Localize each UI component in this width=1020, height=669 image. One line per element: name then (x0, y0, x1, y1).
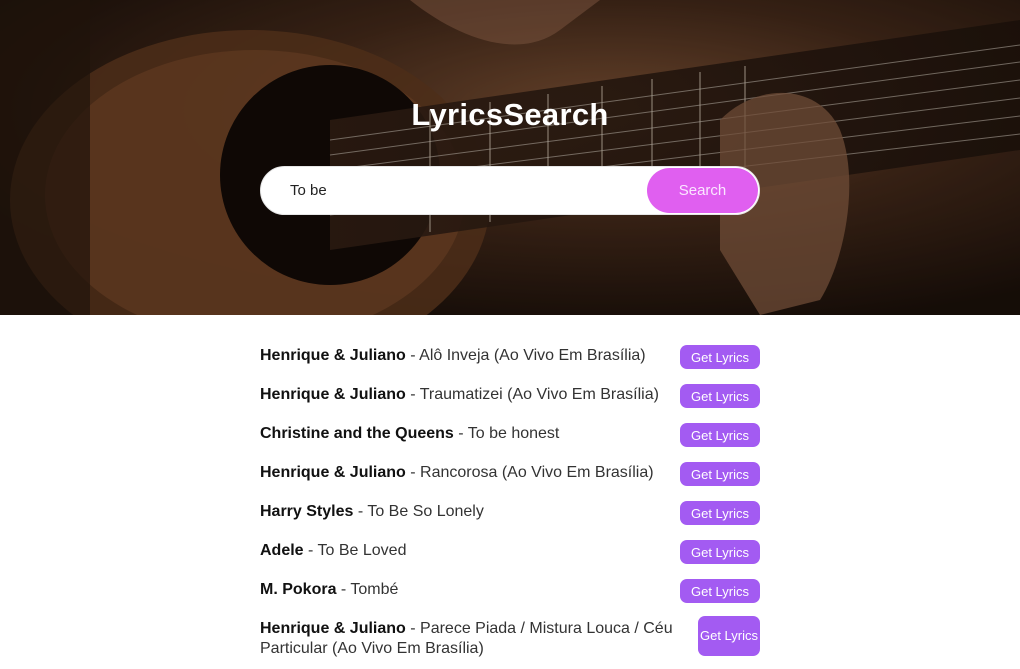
artist-name: Adele (260, 542, 304, 559)
page-title: LyricsSearch (411, 97, 609, 132)
get-lyrics-button[interactable]: Get Lyrics (680, 501, 760, 525)
result-row: Henrique & Juliano - Rancorosa (Ao Vivo … (260, 457, 760, 486)
result-row: Harry Styles - To Be So Lonely Get Lyric… (260, 496, 760, 525)
result-row: Henrique & Juliano - Alô Inveja (Ao Vivo… (260, 340, 760, 369)
get-lyrics-button[interactable]: Get Lyrics (680, 423, 760, 447)
song-info: Adele - To Be Loved (260, 535, 406, 561)
separator: - (405, 464, 421, 481)
artist-name: Henrique & Juliano (260, 386, 406, 403)
artist-name: Henrique & Juliano (260, 464, 406, 481)
song-info: Henrique & Juliano - Parece Piada / Mist… (260, 613, 680, 659)
artist-name: Henrique & Juliano (260, 347, 406, 364)
hero-banner: LyricsSearch Search (0, 0, 1020, 315)
artist-name: M. Pokora (260, 581, 337, 598)
result-row: M. Pokora - Tombé Get Lyrics (260, 574, 760, 603)
separator: - (453, 425, 468, 442)
search-button[interactable]: Search (647, 168, 758, 213)
get-lyrics-button[interactable]: Get Lyrics (698, 616, 760, 656)
separator: - (303, 542, 318, 559)
separator: - (405, 620, 421, 637)
song-title: To be honest (467, 425, 560, 442)
song-info: Henrique & Juliano - Rancorosa (Ao Vivo … (260, 457, 654, 483)
song-info: Harry Styles - To Be So Lonely (260, 496, 484, 522)
result-row: Adele - To Be Loved Get Lyrics (260, 535, 760, 564)
artist-name: Harry Styles (260, 503, 354, 520)
get-lyrics-button[interactable]: Get Lyrics (680, 462, 760, 486)
song-title: Traumatizei (Ao Vivo Em Brasília) (419, 386, 659, 403)
song-title: Alô Inveja (Ao Vivo Em Brasília) (419, 347, 646, 364)
song-title: Rancorosa (Ao Vivo Em Brasília) (420, 464, 654, 481)
artist-name: Christine and the Queens (260, 425, 454, 442)
song-info: Henrique & Juliano - Alô Inveja (Ao Vivo… (260, 340, 646, 366)
separator: - (405, 386, 420, 403)
separator: - (405, 347, 420, 364)
get-lyrics-button[interactable]: Get Lyrics (680, 540, 760, 564)
get-lyrics-button[interactable]: Get Lyrics (680, 579, 760, 603)
search-form: Search (260, 166, 760, 215)
search-input[interactable] (262, 168, 647, 213)
get-lyrics-button[interactable]: Get Lyrics (680, 384, 760, 408)
song-info: M. Pokora - Tombé (260, 574, 398, 600)
result-row: Christine and the Queens - To be honest … (260, 418, 760, 447)
song-info: Christine and the Queens - To be honest (260, 418, 559, 444)
artist-name: Henrique & Juliano (260, 620, 406, 637)
separator: - (353, 503, 368, 520)
result-row: Henrique & Juliano - Parece Piada / Mist… (260, 613, 760, 659)
hero-content: LyricsSearch Search (0, 0, 1020, 315)
result-row: Henrique & Juliano - Traumatizei (Ao Viv… (260, 379, 760, 408)
separator: - (336, 581, 351, 598)
song-title: To Be So Lonely (367, 503, 484, 520)
get-lyrics-button[interactable]: Get Lyrics (680, 345, 760, 369)
song-info: Henrique & Juliano - Traumatizei (Ao Viv… (260, 379, 659, 405)
song-title: Tombé (350, 581, 399, 598)
results-list: Henrique & Juliano - Alô Inveja (Ao Vivo… (260, 340, 760, 669)
song-title: To Be Loved (317, 542, 407, 559)
